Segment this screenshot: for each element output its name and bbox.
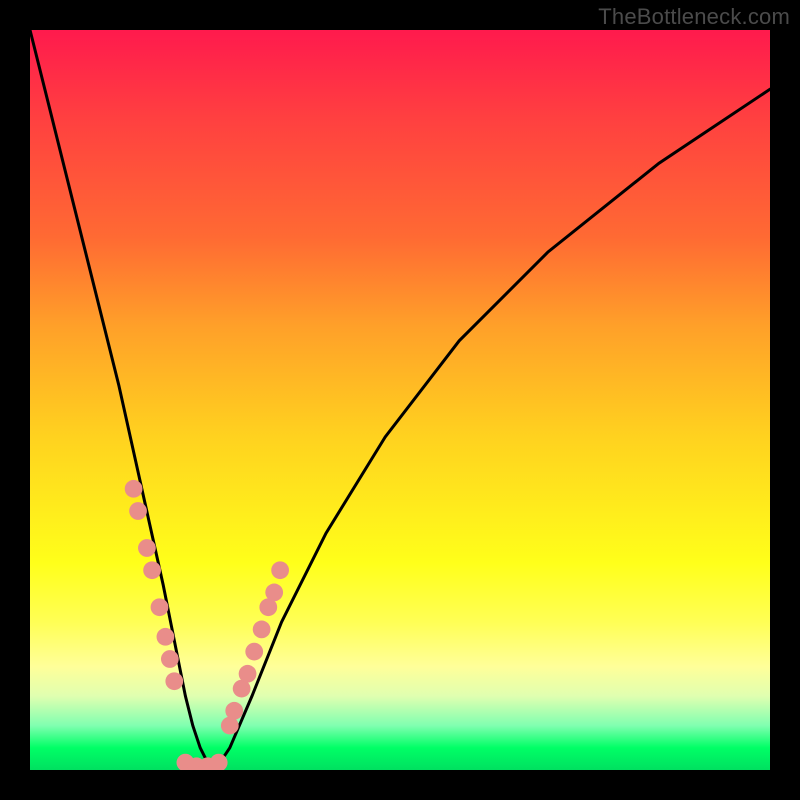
curve-marker [161, 650, 179, 668]
curve-marker [157, 628, 175, 646]
curve-marker [265, 584, 283, 602]
curve-marker [239, 665, 257, 683]
curve-marker [151, 598, 169, 616]
curve-marker [271, 561, 289, 579]
curve-marker [125, 480, 143, 498]
trough-markers [177, 754, 228, 770]
watermark-text: TheBottleneck.com [598, 4, 790, 30]
curve-marker [225, 702, 243, 720]
plot-area [30, 30, 770, 770]
curve-marker [245, 643, 263, 661]
chart-frame: TheBottleneck.com [0, 0, 800, 800]
curve-marker [129, 502, 147, 520]
curve-marker [143, 561, 161, 579]
curve-marker [165, 672, 183, 690]
curve-marker [253, 621, 271, 639]
curve-marker [138, 539, 156, 557]
bottleneck-curve [30, 30, 770, 770]
right-rising-markers [221, 561, 289, 734]
curve-layer [30, 30, 770, 770]
left-falling-markers [125, 480, 183, 690]
